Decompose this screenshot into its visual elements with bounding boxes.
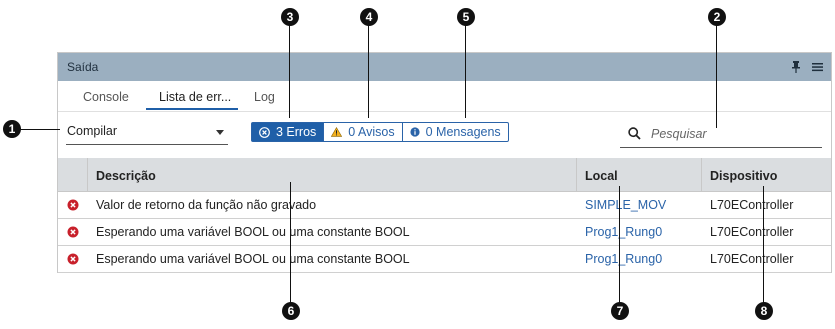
messages-count-label: 0 Mensagens [425, 125, 501, 139]
row-description: Esperando uma variável BOOL ou uma const… [96, 252, 410, 266]
row-location-link[interactable]: SIMPLE_MOV [585, 198, 666, 212]
error-icon [259, 126, 270, 138]
severity-filter-group: 3 Erros 0 Avisos 0 Mensagens [251, 122, 509, 142]
table-row[interactable]: Esperando uma variável BOOL ou uma const… [58, 246, 831, 273]
row-device: L70EController [710, 252, 794, 266]
tab-log[interactable]: Log [254, 90, 275, 104]
column-header-location[interactable]: Local [585, 169, 618, 183]
tab-console[interactable]: Console [83, 90, 129, 104]
error-icon [67, 199, 79, 211]
callout-line-1 [20, 129, 60, 130]
pin-icon[interactable] [791, 60, 801, 74]
row-location-link[interactable]: Prog1_Rung0 [585, 252, 662, 266]
callout-badge-4: 4 [360, 8, 378, 26]
callout-badge-2: 2 [708, 8, 726, 26]
menu-icon[interactable] [812, 62, 823, 72]
callout-line-8 [763, 186, 764, 304]
callout-badge-7: 7 [611, 302, 629, 320]
callout-line-2 [716, 24, 717, 128]
table-header: Descrição Local Dispositivo [58, 158, 831, 192]
callout-line-4 [368, 24, 369, 118]
error-icon [67, 226, 79, 238]
chevron-down-icon [216, 130, 224, 135]
messages-filter-button[interactable]: 0 Mensagens [402, 122, 509, 142]
column-header-device[interactable]: Dispositivo [710, 169, 777, 183]
callout-badge-8: 8 [755, 302, 773, 320]
panel-title: Saída [67, 60, 99, 74]
callout-line-3 [289, 24, 290, 118]
row-description: Valor de retorno da função não gravado [96, 198, 317, 212]
callout-badge-5: 5 [457, 8, 475, 26]
warning-icon [331, 127, 343, 137]
callout-badge-1: 1 [3, 120, 21, 138]
callout-badge-3: 3 [281, 8, 299, 26]
row-device: L70EController [710, 225, 794, 239]
callout-line-6 [290, 182, 291, 304]
build-filter-dropdown[interactable]: Compilar [66, 118, 228, 145]
info-icon [410, 127, 420, 137]
search-box [620, 119, 822, 148]
active-tab-indicator [146, 108, 238, 110]
table-row[interactable]: Valor de retorno da função não gravado S… [58, 192, 831, 219]
error-icon [67, 253, 79, 265]
column-header-description[interactable]: Descrição [96, 169, 156, 183]
callout-line-7 [619, 186, 620, 304]
errors-filter-button[interactable]: 3 Erros [251, 122, 325, 142]
callout-badge-6: 6 [282, 302, 300, 320]
row-description: Esperando uma variável BOOL ou uma const… [96, 225, 410, 239]
search-icon [628, 127, 641, 140]
row-device: L70EController [710, 198, 794, 212]
dropdown-value: Compilar [67, 124, 118, 138]
warnings-count-label: 0 Avisos [348, 125, 395, 139]
warnings-filter-button[interactable]: 0 Avisos [324, 122, 403, 142]
table-row[interactable]: Esperando uma variável BOOL ou uma const… [58, 219, 831, 246]
tab-error-list[interactable]: Lista de err... [159, 90, 231, 104]
row-location-link[interactable]: Prog1_Rung0 [585, 225, 662, 239]
errors-count-label: 3 Erros [276, 125, 317, 139]
search-input[interactable] [649, 124, 818, 144]
callout-line-5 [465, 24, 466, 118]
